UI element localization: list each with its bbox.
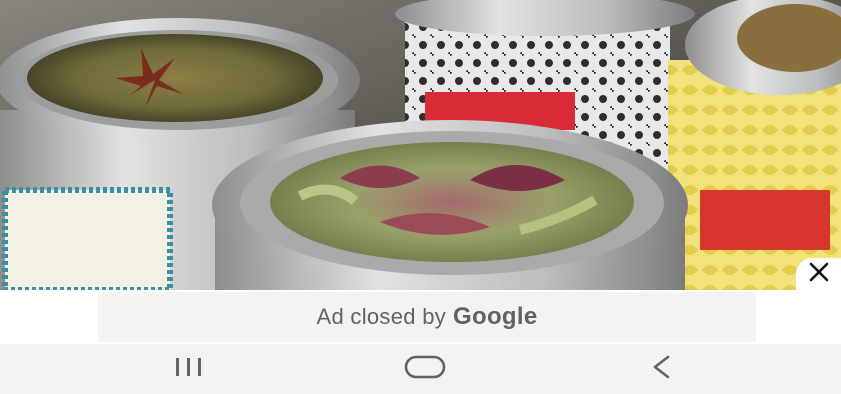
close-icon bbox=[808, 261, 830, 288]
recent-apps-button[interactable] bbox=[144, 344, 234, 394]
ad-closed-text: Ad closed by bbox=[316, 304, 447, 329]
ad-image-tea-tins bbox=[0, 0, 841, 290]
back-button[interactable] bbox=[616, 344, 706, 394]
back-icon bbox=[647, 353, 675, 386]
home-button[interactable] bbox=[380, 344, 470, 394]
home-icon bbox=[403, 354, 447, 385]
google-brand-text: Google bbox=[453, 303, 538, 330]
system-navigation-bar bbox=[0, 344, 841, 394]
close-ad-button[interactable] bbox=[796, 258, 841, 290]
ad-closed-notice: Ad closed by Google bbox=[98, 292, 756, 342]
recent-apps-icon bbox=[172, 356, 206, 383]
